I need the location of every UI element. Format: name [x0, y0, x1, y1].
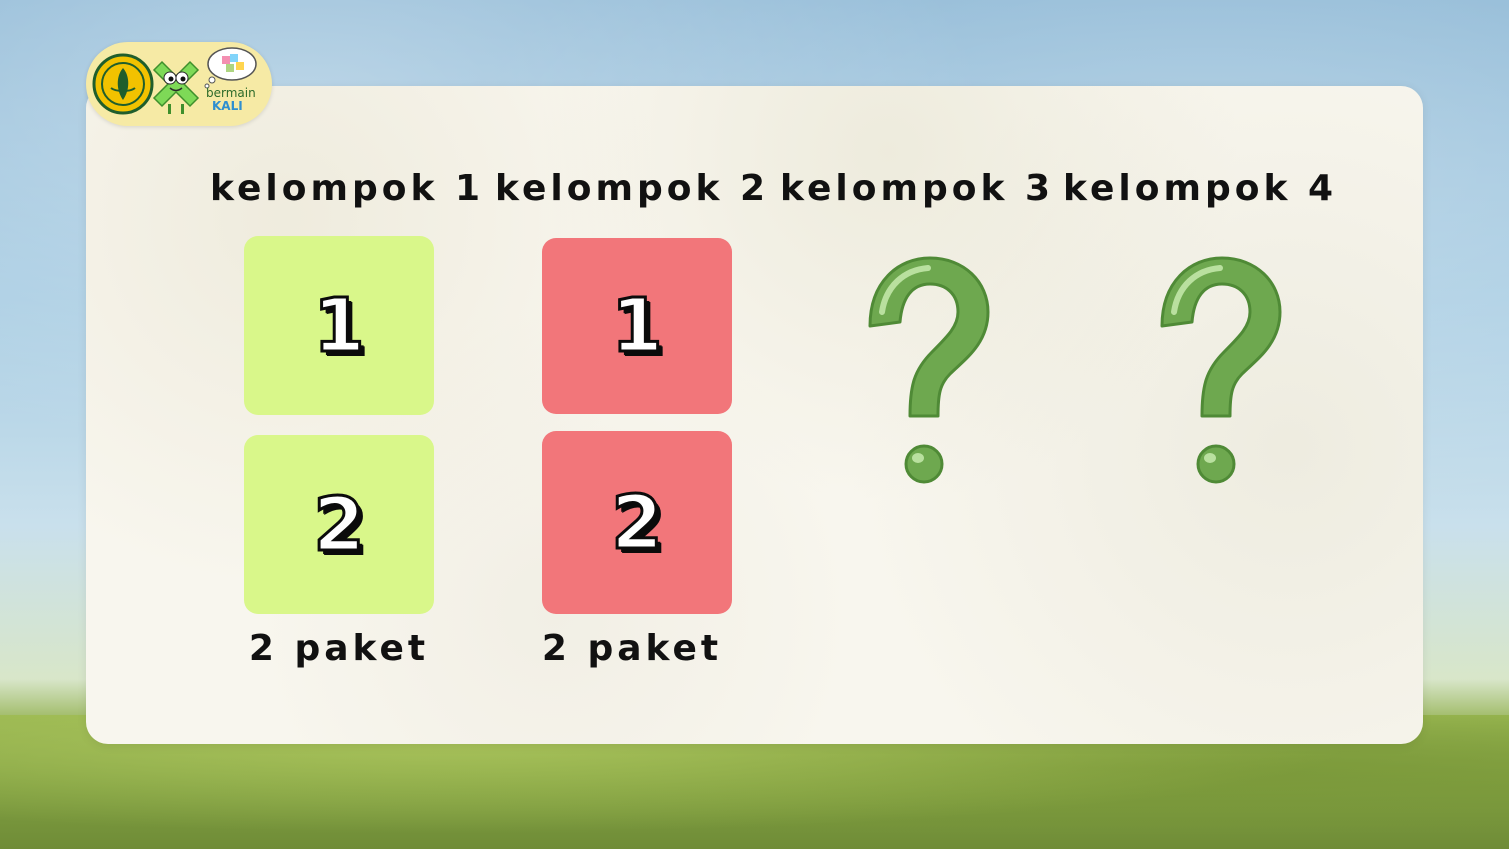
- logo-graphics: [92, 47, 257, 115]
- group-2-caption: 2 paket: [541, 628, 723, 669]
- group-2-tile-2[interactable]: 2: [542, 431, 732, 614]
- group-2-label: kelompok 2: [495, 168, 769, 209]
- logo-text-bottom: KALI: [212, 99, 243, 113]
- tile-number: 2: [610, 478, 665, 567]
- tile-number: 1: [610, 282, 665, 371]
- group-1-label: kelompok 1: [210, 168, 484, 209]
- logo-text-top: bermain: [206, 86, 256, 100]
- tile-number: 1: [312, 281, 367, 370]
- group-1-caption: 2 paket: [248, 628, 430, 669]
- group-4-label: kelompok 4: [1063, 168, 1337, 209]
- group-1-tile-1[interactable]: 1: [244, 236, 434, 415]
- question-mark-icon: [1160, 256, 1282, 484]
- group-2-tile-1[interactable]: 1: [542, 238, 732, 414]
- question-mark-icon: [868, 256, 990, 484]
- tile-number: 2: [312, 480, 367, 569]
- mascot-icon: [152, 60, 200, 114]
- group-1-tile-2[interactable]: 2: [244, 435, 434, 614]
- group-3-label: kelompok 3: [780, 168, 1054, 209]
- logo-badge: bermain KALI: [86, 42, 272, 126]
- university-emblem-icon: [92, 53, 154, 115]
- thought-bubble-icon: [204, 47, 257, 89]
